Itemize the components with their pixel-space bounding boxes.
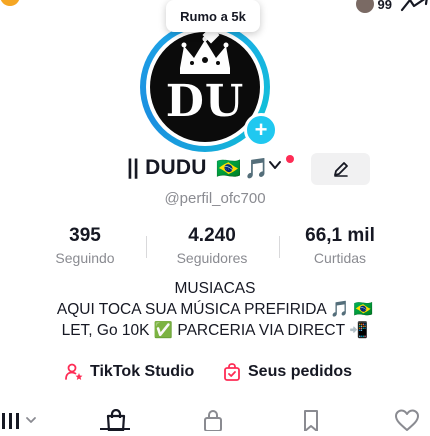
flag-emoji: 🇧🇷 [216,158,241,180]
stat-value: 66,1 mil [305,225,375,246]
edit-profile-button[interactable] [311,153,370,185]
shop-bag-icon[interactable] [104,408,128,436]
studio-person-icon [65,363,83,380]
stat-value: 395 [69,225,101,246]
music-note-emoji: 🎵 [244,158,269,180]
private-lock-icon[interactable] [201,409,225,436]
friend-count: 99 [377,0,392,12]
saved-bookmark-icon[interactable] [300,409,322,436]
orders-bag-icon [224,363,240,381]
stat-followers[interactable]: 4.240 Seguidores [152,225,272,266]
videos-grid-icon[interactable] [0,409,40,434]
name-row: || DUDU 🇧🇷 🎵 [0,152,430,186]
bio-line: LET, Go 10K ✅ PARCERIA VIA DIRECT 📲 [61,322,369,339]
liked-heart-icon[interactable] [394,409,420,436]
top-right-actions: 99 [353,0,430,16]
profile-handle: @perfil_ofc700 [164,190,266,207]
stat-value: 4.240 [188,225,236,246]
notification-dot [286,155,294,163]
stat-divider [146,236,147,258]
stat-label: Seguidores [176,250,248,266]
share-arrow-icon[interactable] [400,0,430,12]
stat-label: Seguindo [55,250,115,266]
tiktok-studio-label: TikTok Studio [90,363,195,380]
stat-label: Curtidas [313,250,367,266]
pencil-icon [333,162,348,177]
display-name: || DUDU [127,156,207,179]
profile-tabs [0,406,430,433]
friend-avatar[interactable] [353,0,376,15]
stat-likes[interactable]: 66,1 mil Curtidas [280,225,400,266]
bio-line: AQUI TOCA SUA MÚSICA PREFIRIDA 🎵 🇧🇷 [56,301,374,318]
orders-link[interactable]: Seus pedidos [222,362,352,382]
bio-line: MUSIACAS [174,280,256,297]
add-story-button[interactable]: + [244,113,278,147]
avatar-monogram: DU [165,76,245,127]
profile-links: TikTok Studio Seus pedidos [0,360,430,386]
tooltip: Rumo a 5k [166,0,260,32]
badge-icon[interactable] [0,0,20,6]
stat-following[interactable]: 395 Seguindo [25,225,145,266]
tiktok-studio-link[interactable]: TikTok Studio [64,362,194,382]
orders-label: Seus pedidos [248,363,353,380]
chevron-down-icon[interactable] [268,158,282,175]
